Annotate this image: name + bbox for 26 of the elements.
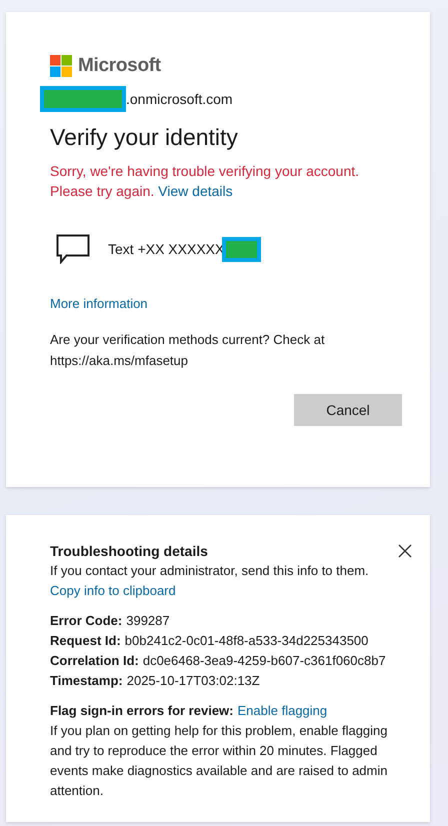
- flagging-description: If you plan on getting help for this problem, enable flagging and try to reproduce the error within 20 minutes. Flagged events make diagnostics available and are raised to admin attention.: [50, 722, 389, 800]
- field-label: Timestamp:: [50, 672, 123, 690]
- section-title: Troubleshooting details: [50, 542, 208, 561]
- field-label: Error Code:: [50, 612, 122, 630]
- speech-bubble-icon: [56, 234, 90, 264]
- error-message: Sorry, we're having trouble verifying your account. Please try again. View details: [50, 162, 360, 201]
- windows-logo-icon: [50, 55, 72, 77]
- field-label: Request Id:: [50, 632, 121, 650]
- close-icon[interactable]: [398, 544, 412, 558]
- view-details-link[interactable]: View details: [158, 183, 233, 199]
- field-value: b0b241c2-0c01-48f8-a533-34d225343500: [124, 632, 368, 650]
- more-information-link[interactable]: More information: [50, 296, 148, 311]
- field-label: Correlation Id:: [50, 652, 139, 670]
- field-value: 2025-10-17T03:02:13Z: [126, 672, 260, 690]
- copy-link[interactable]: Copy info to clipboard: [50, 581, 176, 601]
- account-name: .onmicrosoft.com: [126, 91, 233, 107]
- field-value: 399287: [126, 612, 170, 630]
- brand-name: Microsoft: [78, 55, 161, 77]
- field-value: dc0e6468-3ea9-4259-b607-c361f060c8b7: [142, 652, 386, 670]
- field-label: Flag sign-in errors for review:: [50, 702, 234, 720]
- enable-flagging-link[interactable]: Enable flagging: [238, 701, 328, 721]
- page-title: Verify your identity: [50, 124, 238, 151]
- intro-text: If you contact your administrator, send this info to them.: [50, 562, 370, 580]
- verification-method[interactable]: Text +XX XXXXXX: [56, 234, 262, 264]
- cancel-button[interactable]: Cancel: [294, 394, 402, 426]
- verification-note: Are your verification methods current? Check at https://aka.ms/mfasetup: [50, 331, 326, 370]
